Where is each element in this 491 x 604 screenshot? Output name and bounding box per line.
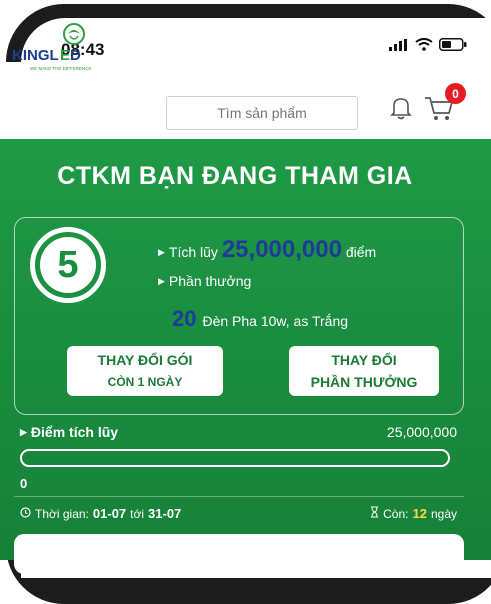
- points-label: ▶ Điểm tích lũy: [20, 424, 118, 440]
- hourglass-icon: [370, 506, 379, 521]
- notification-bell-icon[interactable]: [390, 96, 412, 125]
- bullet-arrow-icon: ▶: [158, 247, 165, 257]
- svg-text:WE MAKE THE DIFFERENCE: WE MAKE THE DIFFERENCE: [30, 66, 91, 71]
- accumulate-value: 25,000,000: [221, 236, 342, 263]
- change-package-button[interactable]: THAY ĐỔI GÓI CÒN 1 NGÀY: [67, 346, 223, 396]
- level-ring: 5: [30, 227, 106, 303]
- change-package-label: THAY ĐỔI GÓI: [97, 352, 193, 368]
- bullet-arrow-icon: ▶: [158, 276, 165, 286]
- bullet-arrow-icon: ▶: [20, 427, 27, 437]
- points-current: 0: [20, 476, 28, 491]
- reward-quantity: 20: [172, 306, 197, 331]
- change-reward-button[interactable]: THAY ĐỔI PHẦN THƯỞNG: [289, 346, 439, 396]
- cart-count-badge: 0: [445, 83, 466, 104]
- accumulate-unit: điểm: [345, 244, 377, 260]
- period-label: Thời gian:: [35, 506, 89, 521]
- accumulate-line: ▶ Tích lũy 25,000,000 điểm: [158, 236, 376, 264]
- remaining-label: Còn:: [383, 506, 409, 521]
- next-card: [14, 534, 464, 574]
- promo-title: CTKM BẠN ĐANG THAM GIA: [57, 162, 413, 190]
- period-to: 31-07: [148, 506, 182, 521]
- reward-line: 20 Đèn Pha 10w, as Trắng: [172, 306, 348, 332]
- days-left-label: CÒN 1 NGÀY: [107, 375, 183, 389]
- reward-label-line: ▶ Phần thưởng: [158, 273, 251, 289]
- points-progress-bar: [20, 449, 450, 467]
- status-icons: [389, 38, 467, 56]
- search-input[interactable]: [166, 96, 358, 130]
- remaining-days: 12: [412, 506, 427, 521]
- change-reward-label-1: THAY ĐỔI: [331, 352, 397, 368]
- remaining-row: Còn: 12 ngày: [370, 506, 457, 521]
- reward-label: Phần thưởng: [168, 273, 252, 289]
- period-to-word: tới: [130, 506, 145, 521]
- svg-text:E: E: [60, 47, 70, 64]
- period-row: Thời gian: 01-07 tới 31-07: [20, 506, 181, 521]
- points-label-text: Điểm tích lũy: [30, 424, 119, 440]
- svg-text:KINGL: KINGL: [12, 47, 59, 64]
- svg-text:D: D: [70, 47, 81, 64]
- divider: [14, 496, 464, 497]
- wifi-icon: [415, 38, 433, 56]
- points-target: 25,000,000: [386, 424, 457, 440]
- accumulate-label: Tích lũy: [168, 244, 218, 260]
- clock-icon: [20, 506, 31, 521]
- remaining-unit: ngày: [430, 506, 457, 521]
- signal-icon: [389, 38, 409, 56]
- kingled-logo[interactable]: KINGL E D WE MAKE THE DIFFERENCE: [10, 22, 106, 78]
- change-reward-label-2: PHẦN THƯỞNG: [310, 374, 418, 390]
- reward-item: Đèn Pha 10w, as Trắng: [202, 313, 349, 329]
- period-from: 01-07: [92, 506, 127, 521]
- level-number: 5: [40, 237, 96, 293]
- battery-icon: [439, 38, 467, 56]
